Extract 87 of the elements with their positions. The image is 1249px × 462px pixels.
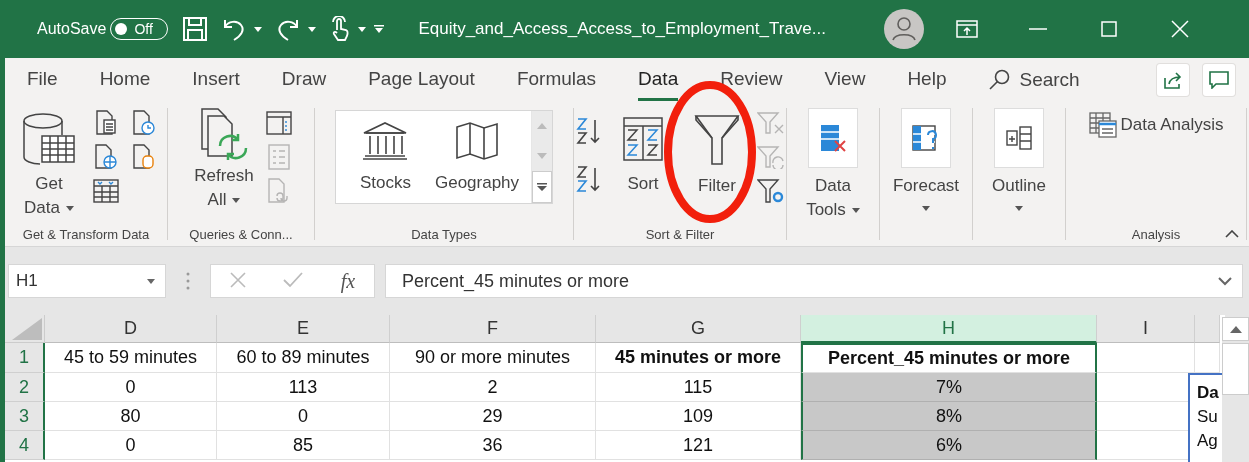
table-cell: 7% bbox=[801, 373, 1097, 402]
row-header[interactable]: 4 bbox=[5, 431, 45, 460]
outline-icon bbox=[1004, 123, 1034, 153]
group-label: Get & Transform Data bbox=[22, 227, 150, 244]
table-cell: 36 bbox=[390, 431, 596, 460]
table-cell: 45 to 59 minutes bbox=[45, 343, 217, 373]
formula-field[interactable]: Percent_45 minutes or more bbox=[385, 264, 1243, 298]
geography-button[interactable]: Geography bbox=[422, 111, 532, 203]
comment-icon[interactable] bbox=[1203, 64, 1235, 96]
ribbon-tab[interactable]: View bbox=[824, 59, 866, 101]
ribbon-tab[interactable]: Home bbox=[99, 59, 151, 101]
row-header[interactable]: 1 bbox=[5, 343, 45, 373]
group-label: Sort & Filter bbox=[645, 227, 715, 244]
table-cell: 45 minutes or more bbox=[596, 343, 801, 373]
touch-icon[interactable] bbox=[330, 16, 351, 42]
column-header[interactable]: G bbox=[596, 315, 801, 343]
ribbon-tab[interactable]: File bbox=[27, 59, 58, 101]
sort-descending-icon[interactable] bbox=[575, 164, 603, 194]
row-header[interactable]: 2 bbox=[5, 373, 45, 402]
group-label: Data Types bbox=[411, 227, 477, 244]
ribbon-tab[interactable]: Draw bbox=[281, 59, 327, 101]
ribbon-tab[interactable]: Page Layout bbox=[368, 59, 475, 101]
table-cell: 80 bbox=[45, 402, 217, 431]
map-icon bbox=[455, 121, 499, 161]
window-title: Equity_and_Access_Access_to_Employment_Trave... bbox=[418, 19, 826, 39]
group-label: Queries & Conn... bbox=[189, 227, 293, 244]
search-icon bbox=[988, 69, 1011, 91]
search-button[interactable]: Search bbox=[988, 69, 1080, 91]
table-cell: 0 bbox=[217, 402, 390, 431]
text-box-line: Da bbox=[1197, 383, 1220, 403]
caret-icon bbox=[147, 278, 155, 284]
name-box[interactable]: H1 bbox=[8, 264, 166, 298]
table-cell: 60 to 89 minutes bbox=[217, 343, 390, 373]
text-box[interactable]: Da Su Ag bbox=[1188, 373, 1222, 462]
collapse-ribbon-icon[interactable] bbox=[1225, 230, 1239, 238]
save-icon[interactable] bbox=[182, 16, 209, 42]
stocks-button[interactable]: Stocks bbox=[335, 111, 423, 203]
ribbon-tab[interactable]: Review bbox=[720, 59, 783, 101]
customize-icon[interactable] bbox=[374, 25, 385, 33]
table-cell: 29 bbox=[390, 402, 596, 431]
table-cell: 85 bbox=[217, 431, 390, 460]
ribbon-tab[interactable]: Help bbox=[907, 59, 947, 101]
data-analysis-button[interactable]: Data Analysis bbox=[1088, 108, 1224, 138]
text-box-line: Su bbox=[1197, 407, 1219, 427]
outline-button[interactable]: Outline bbox=[973, 108, 1065, 211]
drag-handle-icon[interactable] bbox=[186, 272, 190, 290]
autosave-label: AutoSave bbox=[37, 20, 107, 38]
bank-icon bbox=[362, 121, 409, 161]
advanced-filter-icon[interactable] bbox=[757, 176, 785, 206]
sort-button[interactable]: Sort bbox=[609, 108, 677, 196]
text-box-line: Ag bbox=[1197, 431, 1219, 451]
filter-icon bbox=[694, 114, 740, 166]
table-cell: 0 bbox=[45, 431, 217, 460]
share-icon[interactable] bbox=[1157, 64, 1189, 96]
sort-icon bbox=[623, 114, 663, 164]
column-header[interactable]: H bbox=[801, 315, 1097, 343]
caret-icon[interactable] bbox=[358, 26, 367, 32]
table-cell: 90 or more minutes bbox=[390, 343, 596, 373]
row-header[interactable]: 3 bbox=[5, 402, 45, 431]
table-cell: 113 bbox=[217, 373, 390, 402]
forecast-button[interactable]: Forecast bbox=[880, 108, 972, 211]
pane-icon[interactable] bbox=[266, 108, 292, 138]
data-tools-icon bbox=[818, 123, 848, 153]
analysis-icon bbox=[1088, 112, 1117, 138]
expand-gallery-icon[interactable] bbox=[532, 171, 553, 203]
ribbon-tab[interactable]: Formulas bbox=[516, 59, 597, 101]
caret-icon[interactable] bbox=[254, 26, 263, 32]
table-cell: 6% bbox=[801, 431, 1097, 460]
sort-ascending-icon[interactable] bbox=[575, 116, 603, 146]
column-header[interactable]: I bbox=[1097, 315, 1195, 343]
refresh-all-button[interactable]: Refresh All bbox=[190, 108, 258, 212]
scroll-up-icon[interactable] bbox=[1222, 317, 1249, 341]
scroll-thumb[interactable] bbox=[1222, 343, 1249, 395]
expand-icon bbox=[1218, 276, 1232, 286]
column-header[interactable]: D bbox=[45, 315, 217, 343]
get-data-button[interactable]: Get Data bbox=[15, 108, 83, 220]
table-cell: 2 bbox=[390, 373, 596, 402]
caret-icon[interactable] bbox=[308, 26, 317, 32]
ribbon-tab[interactable]: Insert bbox=[192, 59, 240, 101]
group-label: Analysis bbox=[1131, 227, 1181, 244]
table-cell: 0 bbox=[45, 373, 217, 402]
table-cell: 8% bbox=[801, 402, 1097, 431]
avatar-icon[interactable] bbox=[883, 9, 924, 49]
data-tools-button[interactable]: Data Tools bbox=[787, 108, 879, 222]
insert-function-button[interactable]: fx bbox=[340, 269, 356, 293]
column-header[interactable]: F bbox=[390, 315, 596, 343]
column-header[interactable]: E bbox=[217, 315, 390, 343]
